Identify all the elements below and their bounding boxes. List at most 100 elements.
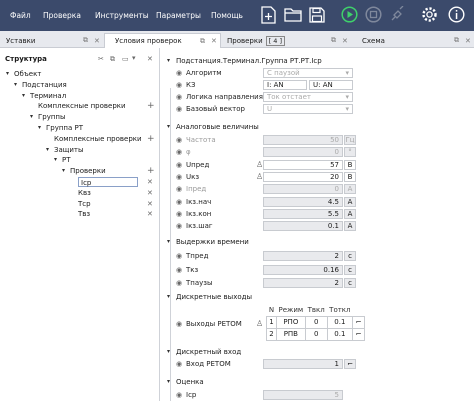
table-cell[interactable]: 0 (304, 327, 328, 341)
remove-icon[interactable]: ✕ (147, 199, 153, 209)
table-cell[interactable]: 0 (304, 315, 328, 329)
tree-item[interactable]: РТ (62, 155, 71, 165)
detach-icon[interactable]: ⧉ (200, 37, 205, 46)
delay-value[interactable]: 2 (263, 251, 343, 261)
expand-arrow-icon[interactable]: ▾ (54, 155, 57, 165)
expand-arrow-icon[interactable]: ▾ (46, 145, 49, 155)
din-value[interactable]: 1 (263, 359, 343, 369)
eye-icon[interactable]: ◉ (176, 360, 182, 368)
close-icon[interactable]: ✕ (342, 37, 348, 45)
close-icon[interactable]: ✕ (465, 37, 471, 45)
expand-arrow-icon[interactable]: ▾ (14, 80, 17, 90)
dropdown-icon[interactable]: ▾ (132, 54, 136, 62)
table-cell[interactable]: РПО (276, 315, 306, 329)
tree-item[interactable]: Комплексные проверки (54, 134, 142, 144)
expand-arrow-icon[interactable]: ▾ (30, 112, 33, 122)
tab-checks[interactable]: Проверки [ 4 ] ⧉ ✕ (221, 33, 352, 48)
tab-settings[interactable]: Уставки ⧉ ✕ (0, 33, 104, 48)
eye-icon[interactable]: ◉ (176, 161, 182, 169)
eye-icon[interactable]: ◉ (176, 69, 182, 77)
menu-params[interactable]: Параметры (156, 11, 201, 20)
collapse-arrow-icon[interactable]: ▾ (167, 292, 170, 302)
run-icon[interactable] (339, 4, 359, 25)
eye-icon[interactable]: ◉ (176, 391, 182, 399)
analog-value[interactable]: 0 (263, 184, 343, 195)
add-icon[interactable]: + (147, 166, 155, 176)
algorithm-select[interactable]: С паузой ▾ (263, 68, 353, 78)
analog-value[interactable]: 0.1 (263, 221, 343, 232)
eye-icon[interactable]: ◉ (176, 222, 182, 230)
kz-current-field[interactable]: I: AN (263, 80, 307, 90)
direction-logic-select[interactable]: Ток отстает ▾ (263, 92, 353, 102)
eye-icon[interactable]: ◉ (176, 210, 182, 218)
cut-icon[interactable]: ✂ (98, 55, 104, 63)
eye-icon[interactable]: ◉ (176, 198, 182, 206)
menu-help[interactable]: Помощь (211, 11, 243, 20)
settings-icon[interactable] (419, 4, 439, 25)
collapse-arrow-icon[interactable]: ▾ (167, 237, 170, 247)
save-icon[interactable] (307, 4, 327, 25)
tree-item[interactable]: Группа РТ (46, 123, 83, 133)
remove-icon[interactable]: ✕ (147, 177, 153, 187)
eval-value[interactable]: 5 (263, 390, 343, 400)
close-icon[interactable]: ✕ (147, 55, 153, 63)
table-row[interactable]: 1 РПО 0 0.1 ⌐ (266, 315, 366, 329)
analog-value[interactable]: 50 (263, 135, 343, 145)
eye-icon[interactable]: ◉ (176, 266, 182, 274)
menu-tools[interactable]: Инструменты (95, 11, 149, 20)
base-vector-select[interactable]: U ▾ (263, 104, 353, 114)
tree-item[interactable]: Проверки (70, 166, 106, 176)
tree-item[interactable]: Терминал (30, 91, 66, 101)
tree-item[interactable]: Комплексные проверки (38, 101, 126, 111)
open-folder-icon[interactable] (283, 4, 303, 25)
tab-scheme[interactable]: Схема ⧉ ✕ (352, 33, 474, 48)
collapse-arrow-icon[interactable]: ▾ (167, 377, 170, 387)
analog-value[interactable]: 20 (263, 171, 343, 182)
add-icon[interactable]: + (147, 101, 155, 111)
table-cell[interactable]: РПВ (276, 327, 306, 341)
collapse-arrow-icon[interactable]: ▾ (167, 347, 170, 357)
detach-icon[interactable]: ⧉ (454, 36, 459, 45)
copy-icon[interactable]: ⧉ (110, 55, 115, 64)
switch-icon[interactable]: ⌐ (344, 359, 356, 369)
close-icon[interactable]: ✕ (94, 37, 100, 45)
stop-icon[interactable] (363, 4, 383, 25)
eye-icon[interactable]: ◉ (176, 173, 182, 181)
analog-value[interactable]: 0 (263, 147, 343, 158)
tree-item[interactable]: Объект (14, 69, 41, 79)
eye-icon[interactable]: ◉ (176, 136, 182, 144)
close-icon[interactable]: ✕ (211, 37, 217, 45)
paste-icon[interactable]: ▭ (122, 55, 129, 63)
expand-arrow-icon[interactable]: ▾ (62, 166, 65, 176)
delay-value[interactable]: 2 (263, 278, 343, 288)
eye-icon[interactable]: ◉ (176, 185, 182, 193)
table-row[interactable]: 2 РПВ 0 0.1 ⌐ (266, 327, 366, 341)
tree-item[interactable]: Группы (38, 112, 66, 122)
analog-value[interactable]: 5.5 (263, 208, 343, 219)
collapse-arrow-icon[interactable]: ▾ (167, 56, 170, 66)
switch-icon[interactable]: ⌐ (352, 315, 366, 329)
tree-item[interactable]: Квз (78, 188, 91, 198)
tree-item[interactable]: Iср (78, 177, 138, 187)
collapse-arrow-icon[interactable]: ▾ (167, 122, 170, 132)
table-cell[interactable]: 0.1 (326, 315, 354, 329)
eye-icon[interactable]: ◉ (176, 148, 182, 156)
tree-item[interactable]: Тср (78, 199, 91, 209)
analog-value[interactable]: 57 (263, 159, 343, 170)
add-icon[interactable]: + (147, 134, 155, 144)
tab-check-conditions[interactable]: Условия проверок ⧉ ✕ (104, 33, 221, 48)
kz-voltage-field[interactable]: U: AN (309, 80, 353, 90)
tree-item[interactable]: Твз (78, 209, 90, 219)
info-icon[interactable] (446, 4, 466, 25)
menu-file[interactable]: Файл (10, 11, 31, 20)
eye-icon[interactable]: ◉ (176, 279, 182, 287)
delay-value[interactable]: 0.16 (263, 264, 343, 275)
switch-icon[interactable]: ⌐ (352, 327, 366, 341)
eye-icon[interactable]: ◉ (176, 93, 182, 101)
connect-icon[interactable] (387, 4, 407, 25)
eye-icon[interactable]: ◉ (176, 81, 182, 89)
new-file-icon[interactable] (258, 4, 278, 25)
detach-icon[interactable]: ⧉ (83, 36, 88, 45)
analog-value[interactable]: 4.5 (263, 196, 343, 207)
tree-item[interactable]: Защиты (54, 145, 84, 155)
